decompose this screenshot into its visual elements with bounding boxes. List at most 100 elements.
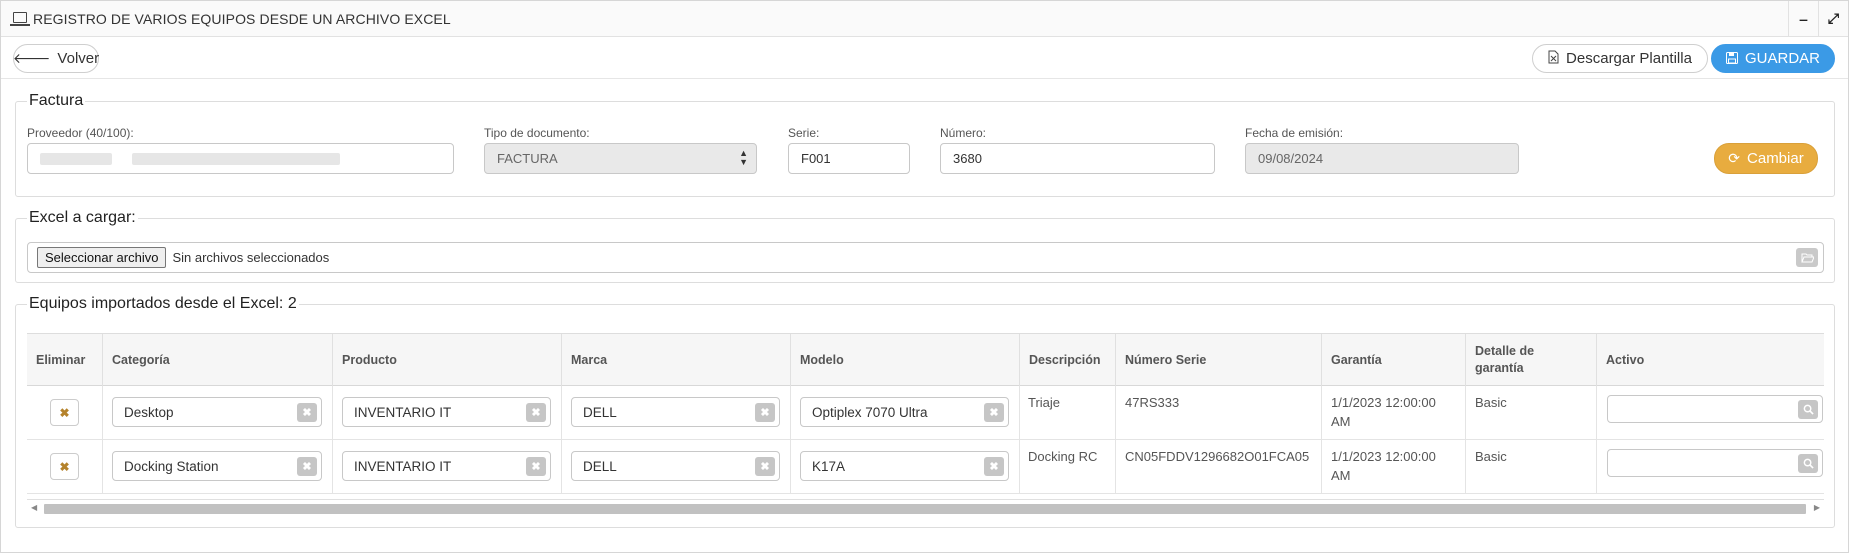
factura-legend: Factura [29, 92, 84, 109]
column-header-eliminar: Eliminar [36, 352, 86, 367]
modelo-value: K17A [812, 458, 846, 474]
fecha-emision-label: Fecha de emisión: [1245, 126, 1344, 140]
producto-field[interactable]: INVENTARIO IT ✖ [342, 397, 551, 427]
cell-border [1019, 386, 1020, 440]
cell-border [1115, 440, 1116, 494]
arrow-left-icon: 🡐 [12, 50, 51, 66]
cambiar-label: Cambiar [1747, 150, 1804, 167]
marca-field[interactable]: DELL ✖ [571, 397, 780, 427]
clear-icon[interactable]: ✖ [755, 457, 775, 476]
column-header-detalle-garantia: Detalle de garantía [1465, 334, 1596, 386]
scroll-left-icon[interactable]: ◀ [31, 503, 37, 512]
cell-border [1019, 440, 1020, 494]
cell-border [1465, 440, 1466, 494]
cell-border [102, 440, 103, 494]
toolbar: 🡐 Volver Descargar Plantilla GUARDAR [1, 37, 1848, 79]
tipo-documento-value: FACTURA [497, 151, 558, 166]
cell-border [1321, 386, 1322, 440]
descripcion-value: Docking RC [1028, 449, 1098, 464]
floppy-icon [1725, 51, 1738, 67]
clear-icon[interactable]: ✖ [984, 403, 1004, 422]
fecha-emision-value: 09/08/2024 [1258, 151, 1324, 166]
clear-icon[interactable]: ✖ [526, 457, 546, 476]
minimize-icon[interactable]: ‒ [1788, 1, 1818, 36]
column-header-numero-serie: Número Serie [1115, 334, 1321, 386]
column-header-garantia: Garantía [1321, 334, 1465, 386]
window-controls: ‒ ⤢ [1788, 1, 1848, 36]
marca-field[interactable]: DELL ✖ [571, 451, 780, 481]
marca-value: DELL [583, 404, 617, 420]
equipos-table: Eliminar Categoría Producto Marca Modelo… [27, 333, 1824, 494]
horizontal-scrollbar[interactable]: ◀ ▶ [27, 499, 1824, 516]
main-window: REGISTRO DE VARIOS EQUIPOS DESDE UN ARCH… [0, 0, 1849, 553]
modelo-field[interactable]: Optiplex 7070 Ultra ✖ [800, 397, 1009, 427]
cell-border [102, 386, 103, 440]
cell-border [561, 386, 562, 440]
laptop-icon [10, 12, 30, 26]
clear-icon[interactable]: ✖ [297, 457, 317, 476]
categoria-field[interactable]: Desktop ✖ [112, 397, 322, 427]
column-header-modelo: Modelo [790, 334, 1019, 386]
cell-border [561, 440, 562, 494]
cambiar-button[interactable]: ⟳ Cambiar [1714, 143, 1818, 174]
scrollbar-thumb[interactable] [44, 504, 1806, 514]
column-header-marca: Marca [561, 334, 790, 386]
garantia-value: 1/1/2023 12:00:00 AM [1331, 449, 1436, 483]
marca-value: DELL [583, 458, 617, 474]
maximize-icon[interactable]: ⤢ [1818, 1, 1848, 36]
cell-border [332, 386, 333, 440]
activo-search-input[interactable] [1607, 395, 1823, 423]
cell-border [1321, 440, 1322, 494]
numero-serie-value: 47RS333 [1125, 395, 1180, 410]
categoria-field[interactable]: Docking Station ✖ [112, 451, 322, 481]
table-row: ✖ Docking Station ✖ INVENTARIO IT ✖ DELL… [27, 440, 1824, 494]
file-input[interactable]: Seleccionar archivo Sin archivos selecci… [27, 242, 1824, 273]
clear-icon[interactable]: ✖ [297, 403, 317, 422]
select-arrows-icon: ▲ ▼ [739, 148, 748, 167]
serie-input[interactable]: F001 [788, 143, 910, 174]
excel-file-icon [1548, 50, 1559, 67]
numero-label: Número: [940, 126, 987, 140]
numero-input[interactable]: 3680 [940, 143, 1215, 174]
clear-icon[interactable]: ✖ [984, 457, 1004, 476]
garantia-value: 1/1/2023 12:00:00 AM [1331, 395, 1436, 429]
detalle-garantia-value: Basic [1475, 395, 1507, 410]
tipo-documento-label: Tipo de documento: [484, 126, 590, 140]
delete-row-button[interactable]: ✖ [50, 399, 79, 426]
back-button[interactable]: 🡐 Volver [13, 44, 99, 73]
search-icon[interactable] [1798, 400, 1818, 419]
download-template-button[interactable]: Descargar Plantilla [1532, 44, 1708, 73]
cell-border [1465, 386, 1466, 440]
proveedor-label: Proveedor (40/100): [27, 126, 134, 140]
scroll-right-icon[interactable]: ▶ [1814, 503, 1820, 512]
producto-value: INVENTARIO IT [354, 458, 452, 474]
excel-legend: Excel a cargar: [29, 209, 136, 226]
select-file-button[interactable]: Seleccionar archivo [37, 247, 167, 268]
save-button-label: GUARDAR [1744, 50, 1820, 67]
search-icon[interactable] [1798, 454, 1818, 473]
proveedor-input[interactable] [27, 143, 454, 174]
redacted-text [40, 153, 112, 165]
save-button[interactable]: GUARDAR [1711, 44, 1835, 73]
categoria-value: Docking Station [124, 458, 219, 474]
column-header-categoria: Categoría [102, 334, 332, 386]
numero-value: 3680 [953, 151, 982, 166]
modelo-field[interactable]: K17A ✖ [800, 451, 1009, 481]
equipos-legend: Equipos importados desde el Excel: 2 [29, 295, 297, 312]
numero-serie-value: CN05FDDV1296682O01FCA05 [1125, 449, 1310, 464]
tipo-documento-select[interactable]: FACTURA ▲ ▼ [484, 143, 757, 174]
cell-border [1596, 440, 1597, 494]
folder-open-icon[interactable] [1796, 248, 1818, 267]
fecha-emision-input[interactable]: 09/08/2024 [1245, 143, 1519, 174]
clear-icon[interactable]: ✖ [755, 403, 775, 422]
column-header-activo: Activo [1596, 334, 1824, 386]
detalle-garantia-value: Basic [1475, 449, 1507, 464]
cell-border [790, 386, 791, 440]
categoria-value: Desktop [124, 404, 174, 420]
producto-field[interactable]: INVENTARIO IT ✖ [342, 451, 551, 481]
activo-search-input[interactable] [1607, 449, 1823, 477]
serie-value: F001 [801, 151, 831, 166]
delete-row-button[interactable]: ✖ [50, 453, 79, 480]
cell-border [790, 440, 791, 494]
clear-icon[interactable]: ✖ [526, 403, 546, 422]
